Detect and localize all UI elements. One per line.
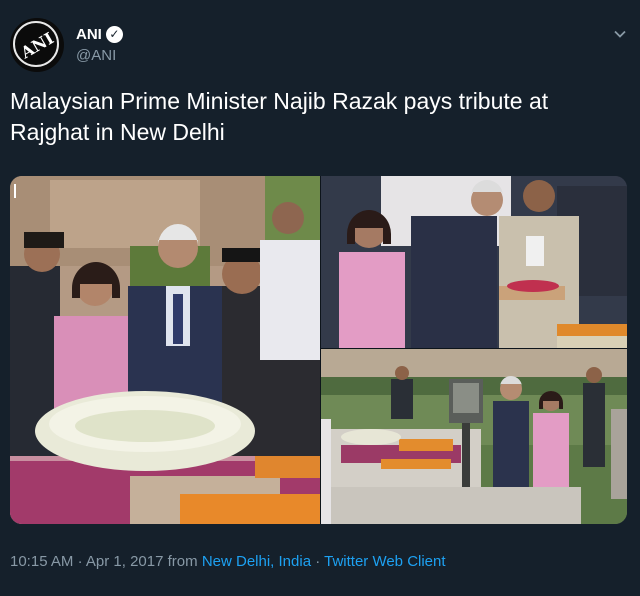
verified-badge-icon: ✓: [105, 25, 123, 43]
chevron-down-icon[interactable]: [609, 23, 631, 45]
location-link[interactable]: New Delhi, India: [202, 553, 311, 570]
display-name[interactable]: ANI: [76, 26, 102, 43]
tweet-meta: 10:15 AM · Apr 1, 2017 from New Delhi, I…: [10, 553, 446, 570]
chevron-down-glyph: [614, 30, 626, 38]
meta-separator: ·: [77, 553, 83, 570]
photo-wreath-laying-image: [10, 176, 320, 524]
photo-flower-offering[interactable]: [321, 176, 627, 348]
handle[interactable]: @ANI: [76, 47, 116, 64]
name-row: ANI ✓: [76, 23, 123, 45]
photo-memorial-walk-image: [321, 349, 627, 524]
photo-wreath-laying[interactable]: [10, 176, 320, 524]
meta-separator-2: ·: [315, 553, 321, 570]
media-grid: [10, 176, 627, 524]
photo-memorial-walk[interactable]: [321, 349, 627, 524]
ani-logo-text: ANI: [17, 28, 57, 62]
avatar[interactable]: ANI: [10, 18, 64, 72]
from-label: from: [167, 553, 198, 570]
source-link[interactable]: Twitter Web Client: [324, 553, 445, 570]
tweet-card: ANI ANI ✓ @ANI Malaysian Prime Minister …: [0, 0, 640, 596]
photo-flower-offering-image: [321, 176, 627, 348]
tweet-text: Malaysian Prime Minister Najib Razak pay…: [10, 88, 549, 145]
tweet-date: Apr 1, 2017: [85, 553, 164, 570]
tweet-time: 10:15 AM: [10, 553, 74, 570]
